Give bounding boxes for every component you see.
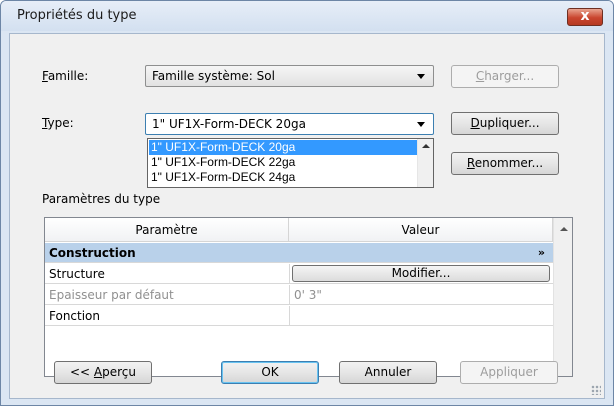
table-row[interactable]: Structure Modifier... [45, 264, 553, 284]
dialog-title: Propriétés du type [17, 8, 137, 23]
cancel-button[interactable]: Annuler [339, 361, 437, 384]
dropdown-scrollbar[interactable] [417, 139, 433, 187]
dropdown-option[interactable]: 1" UF1X-Form-DECK 22ga [149, 155, 417, 170]
preview-button[interactable]: << Aperçu [54, 361, 152, 384]
title-bar: Propriétés du type x [1, 1, 613, 31]
family-label: Famille: [42, 69, 89, 83]
type-select-value: 1" UF1X-Form-DECK 20ga [152, 117, 306, 131]
scroll-up-icon[interactable] [560, 227, 568, 231]
column-header-value[interactable]: Valeur [289, 218, 553, 242]
grid-scrollbar[interactable] [553, 218, 572, 376]
table-row[interactable]: Fonction [45, 306, 553, 326]
apply-button[interactable]: Appliquer [460, 361, 558, 384]
dropdown-option[interactable]: 1" UF1X-Form-DECK 24ga [149, 170, 417, 185]
param-value [289, 306, 553, 326]
dropdown-option[interactable]: 1" UF1X-Form-DECK 20ga [149, 140, 417, 155]
close-button[interactable]: x [567, 8, 603, 26]
collapse-icon[interactable]: » [538, 243, 545, 263]
type-select[interactable]: 1" UF1X-Form-DECK 20ga [145, 113, 434, 135]
rename-button[interactable]: Renommer... [451, 152, 559, 175]
chevron-down-icon [417, 74, 425, 79]
type-label: Type: [42, 116, 74, 130]
param-name: Epaisseur par défaut [49, 288, 174, 302]
close-icon: x [580, 8, 590, 24]
param-name: Structure [49, 267, 105, 281]
family-select-value: Famille système: Sol [152, 69, 275, 83]
duplicate-button[interactable]: Dupliquer... [451, 112, 559, 135]
type-dropdown-list: 1" UF1X-Form-DECK 20ga 1" UF1X-Form-DECK… [147, 138, 434, 188]
resize-grip-icon[interactable] [591, 385, 601, 395]
chevron-down-icon [417, 122, 425, 127]
family-select[interactable]: Famille système: Sol [145, 65, 434, 87]
param-name: Fonction [49, 309, 101, 323]
type-parameters-label: Paramètres du type [42, 192, 161, 206]
load-button[interactable]: Charger... [451, 65, 559, 88]
column-header-parameter[interactable]: Paramètre [45, 218, 289, 242]
ok-button[interactable]: OK [221, 361, 319, 384]
type-properties-dialog: Propriétés du type x Famille: Famille sy… [0, 0, 614, 406]
category-row-construction[interactable]: Construction » [45, 243, 553, 263]
scroll-up-icon[interactable] [422, 144, 430, 148]
category-label: Construction [49, 246, 136, 260]
dialog-client-area: Famille: Famille système: Sol Charger...… [9, 33, 605, 399]
edit-structure-button[interactable]: Modifier... [292, 265, 550, 282]
param-value: 0' 3" [289, 285, 553, 305]
table-row[interactable]: Epaisseur par défaut 0' 3" [45, 285, 553, 305]
parameters-grid: Paramètre Valeur Construction » Structur… [44, 217, 573, 377]
